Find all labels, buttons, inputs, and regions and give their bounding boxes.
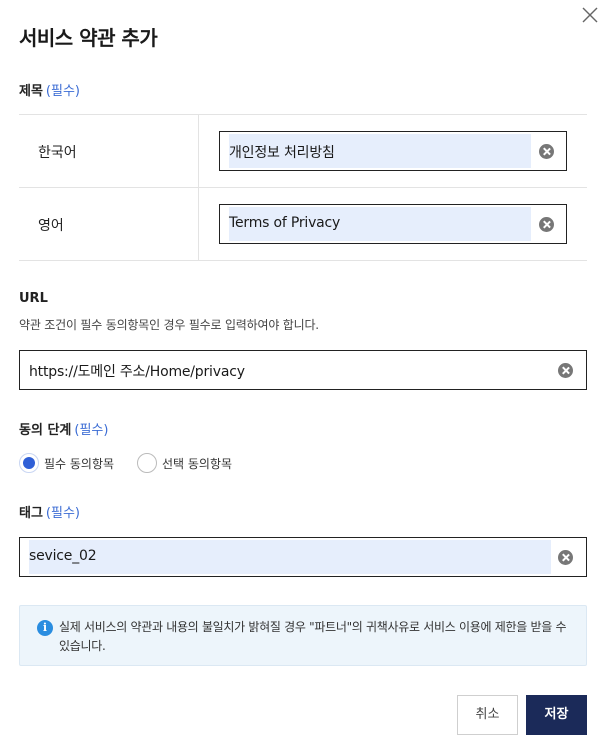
required-marker: (필수) — [45, 506, 80, 521]
notice-text: 실제 서비스의 약관과 내용의 불일치가 밝혀질 경우 "파트너"의 귀책사유로… — [59, 620, 567, 653]
url-section-label: URL — [19, 291, 48, 306]
clear-icon[interactable] — [539, 217, 554, 232]
url-field[interactable]: https://도메인 주소/Home/privacy — [19, 350, 587, 390]
clear-icon[interactable] — [539, 144, 554, 159]
text-selection-highlight — [29, 540, 551, 574]
korean-label: 한국어 — [38, 145, 77, 161]
close-icon[interactable] — [579, 4, 601, 26]
url-help-text: 약관 조건이 필수 동의항목인 경우 필수로 입력하여야 합니다. — [19, 318, 319, 332]
radio-unchecked-icon — [137, 453, 157, 473]
english-title-field[interactable]: Terms of Privacy — [219, 204, 567, 244]
korean-title-value: 개인정보 처리방침 — [229, 145, 335, 161]
title-section-label: 제목 (필수) — [19, 80, 80, 99]
notice-box: i 실제 서비스의 약관과 내용의 불일치가 밝혀질 경우 "파트너"의 귀책사… — [19, 605, 587, 666]
tag-section-label: 태그 (필수) — [19, 502, 80, 521]
cancel-button[interactable]: 취소 — [457, 695, 518, 735]
clear-icon[interactable] — [558, 550, 573, 565]
title-row-korean: 한국어 개인정보 처리방침 — [19, 115, 587, 188]
title-name-table: 한국어 개인정보 처리방침 영어 Terms of Privacy — [19, 114, 587, 261]
consent-label-text: 동의 단계 — [19, 423, 72, 438]
consent-section-label: 동의 단계 (필수) — [19, 419, 108, 438]
info-icon: i — [37, 620, 53, 636]
tag-value: sevice_02 — [29, 548, 97, 564]
required-marker: (필수) — [74, 423, 109, 438]
url-value: https://도메인 주소/Home/privacy — [29, 364, 245, 380]
required-marker: (필수) — [45, 84, 80, 99]
radio-label: 필수 동의항목 — [44, 457, 115, 471]
radio-label: 선택 동의항목 — [162, 457, 233, 471]
title-row-english: 영어 Terms of Privacy — [19, 188, 587, 261]
dialog-title: 서비스 약관 추가 — [19, 26, 158, 50]
save-button[interactable]: 저장 — [526, 695, 587, 735]
tag-field[interactable]: sevice_02 — [19, 537, 587, 577]
tag-label-text: 태그 — [19, 506, 43, 521]
english-title-value: Terms of Privacy — [229, 215, 341, 231]
title-label-text: 제목 — [19, 84, 43, 99]
korean-title-field[interactable]: 개인정보 처리방침 — [219, 131, 567, 171]
radio-checked-icon — [19, 453, 39, 473]
clear-icon[interactable] — [558, 363, 573, 378]
english-label: 영어 — [38, 218, 64, 234]
